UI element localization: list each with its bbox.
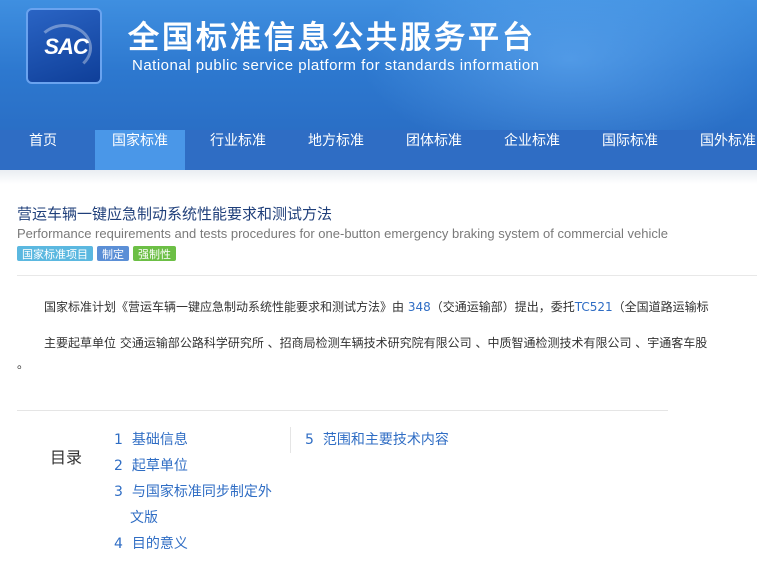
nav-item-foreign-standards[interactable]: 国外标准 (683, 130, 757, 170)
standard-title-en: Performance requirements and tests proce… (17, 226, 669, 241)
intro-paragraph-1: 国家标准计划《营运车辆一键应急制动系统性能要求和测试方法》由 348（交通运输部… (17, 298, 757, 315)
intro-paragraph-2: 主要起草单位 交通运输部公路科学研究所 、招商局检测车辆技术研究院有限公司 、中… (44, 336, 708, 350)
toc-item-number: 2 (114, 458, 123, 474)
toc-item-number: 4 (114, 536, 123, 552)
badge-mandatory: 强制性 (133, 246, 176, 261)
intro-p1-mid: （交通运输部）提出，委托 (430, 300, 575, 314)
nav-item-international-standards[interactable]: 国际标准 (585, 130, 675, 170)
title-divider (17, 275, 757, 276)
toc-item-text: 基础信息 (131, 432, 188, 448)
proposer-code-link[interactable]: 348 (408, 300, 431, 314)
nav-shadow (0, 170, 757, 184)
toc-item-text: 起草单位 (131, 458, 188, 474)
toc-item-number: 5 (305, 432, 314, 448)
badge-national-project: 国家标准项目 (17, 246, 93, 261)
logo-text: SAC (44, 34, 88, 59)
toc-item-foreign-version[interactable]: 3 与国家标准同步制定外 (114, 479, 272, 505)
toc-item-number: 1 (114, 432, 123, 448)
toc-item-number: 3 (114, 484, 123, 500)
toc-item-foreign-version-cont[interactable]: 文版 (114, 505, 272, 531)
toc-column-1: 1 基础信息 2 起草单位 3 与国家标准同步制定外 文版 4 目的意义 (114, 427, 272, 557)
standard-title: 营运车辆一键应急制动系统性能要求和测试方法 (17, 205, 333, 223)
site-header: SAC 全国标准信息公共服务平台 National public service… (0, 0, 757, 130)
site-title-cn: 全国标准信息公共服务平台 (128, 20, 536, 56)
nav-item-industry-standards[interactable]: 行业标准 (193, 130, 283, 170)
toc-item-purpose[interactable]: 4 目的意义 (114, 531, 272, 557)
intro-paragraph-2-end: 。 (17, 357, 30, 371)
site-title-en: National public service platform for sta… (132, 57, 540, 74)
toc-label: 目录 (50, 448, 83, 467)
nav-item-national-standards[interactable]: 国家标准 (95, 130, 185, 170)
badge-group: 国家标准项目 制定 强制性 (17, 246, 180, 261)
nav-item-group-standards[interactable]: 团体标准 (389, 130, 479, 170)
toc-item-scope[interactable]: 5 范围和主要技术内容 (305, 427, 449, 453)
toc-item-text: 范围和主要技术内容 (322, 432, 449, 448)
toc-item-text: 与国家标准同步制定外 (131, 484, 272, 500)
sac-logo[interactable]: SAC (26, 8, 102, 84)
toc-column-2: 5 范围和主要技术内容 (305, 427, 449, 453)
intro-p1-suffix: （全国道路运输标 (612, 300, 709, 314)
toc-column-separator (290, 427, 291, 453)
nav-item-home[interactable]: 首页 (0, 130, 86, 170)
intro-p1-prefix: 国家标准计划《营运车辆一键应急制动系统性能要求和测试方法》由 (44, 300, 408, 314)
badge-formulate: 制定 (97, 246, 129, 261)
tc-code-link[interactable]: TC521 (575, 300, 613, 314)
nav-item-enterprise-standards[interactable]: 企业标准 (487, 130, 577, 170)
toc-item-text: 目的意义 (131, 536, 188, 552)
toc-item-basic-info[interactable]: 1 基础信息 (114, 427, 272, 453)
table-of-contents: 目录 1 基础信息 2 起草单位 3 与国家标准同步制定外 文版 4 目的意义 … (17, 410, 668, 566)
toc-item-drafting-units[interactable]: 2 起草单位 (114, 453, 272, 479)
nav-item-local-standards[interactable]: 地方标准 (291, 130, 381, 170)
main-nav: 首页 国家标准 行业标准 地方标准 团体标准 企业标准 国际标准 国外标准 (0, 130, 757, 170)
